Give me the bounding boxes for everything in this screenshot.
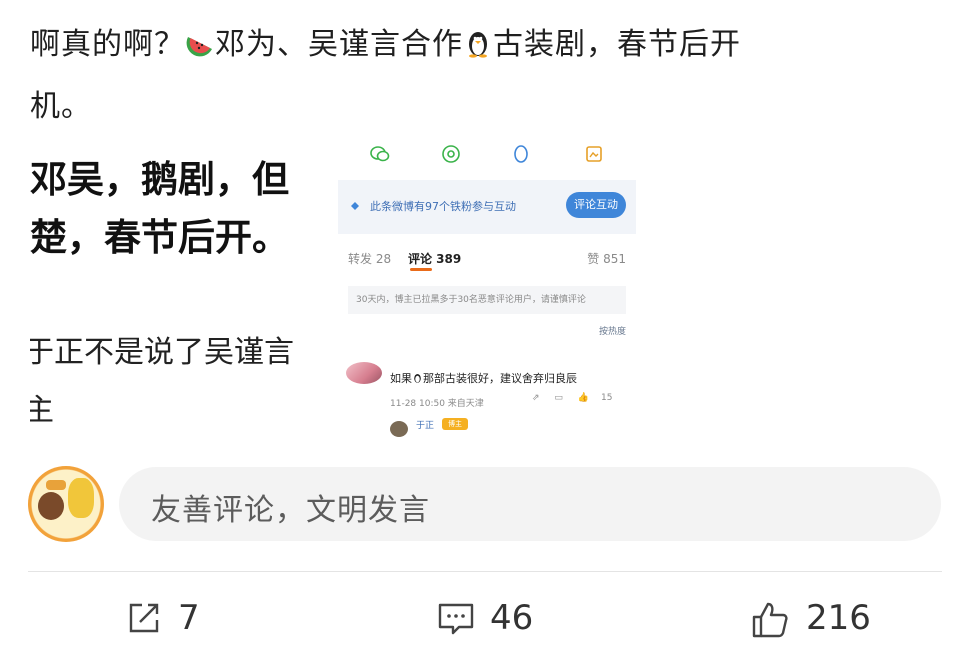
divider — [28, 571, 942, 572]
comment-text-a: 如果 — [390, 372, 412, 385]
sort-by-hot[interactable]: 按热度 — [599, 324, 626, 337]
like-button[interactable]: 216 — [750, 596, 950, 640]
wechat-icon — [370, 146, 390, 162]
penguin-icon — [414, 373, 421, 383]
comment-actions: ⇗ ▭ 👍 15 — [532, 393, 624, 403]
comment-meta: 11-28 10:50 来自天津 — [390, 399, 484, 409]
commenter-avatar[interactable] — [346, 362, 382, 384]
like-count: 216 — [806, 598, 871, 638]
comment-like-icon[interactable]: 👍 — [578, 393, 589, 403]
comment-tabs: 转发 28 评论 389 赞 851 — [338, 244, 636, 272]
post-image-right[interactable]: 此条微博有97个铁粉参与互动 评论互动 转发 28 评论 389 赞 851 3… — [338, 134, 636, 440]
watermelon-icon — [186, 37, 212, 57]
image-left-line2: 楚，春节后开。 — [30, 216, 289, 259]
share-button[interactable]: 7 — [126, 596, 246, 640]
image-left-line4: 主 — [30, 393, 54, 428]
penguin-icon — [469, 32, 487, 58]
thumbs-up-icon — [752, 602, 788, 638]
comment-input[interactable]: 友善评论，文明发言 — [119, 467, 941, 541]
comment-icon — [438, 603, 474, 635]
avatar-decoration — [38, 492, 64, 520]
post-image-left[interactable]: 邓吴，鹅剧，但 楚，春节后开。 于正不是说了吴谨言 主 — [30, 148, 328, 440]
image-save-icon — [586, 146, 602, 162]
tab-comment[interactable]: 评论 389 — [408, 250, 461, 267]
avatar-decoration — [68, 478, 94, 518]
user-avatar[interactable] — [28, 466, 104, 542]
tab-like[interactable]: 赞 851 — [587, 250, 626, 267]
fan-interaction-banner: 此条微博有97个铁粉参与互动 评论互动 — [338, 180, 636, 234]
avatar-decoration — [46, 480, 66, 490]
image-left-line3: 于正不是说了吴谨言 — [30, 335, 294, 370]
headline-part4: 机。 — [30, 89, 92, 124]
share-icons-row — [338, 134, 636, 176]
author-badge: 博主 — [442, 418, 468, 430]
reply-avatar[interactable] — [390, 421, 408, 437]
tab-repost[interactable]: 转发 28 — [348, 250, 391, 267]
headline-part2: 邓为、吴谨言合作 — [215, 27, 463, 62]
reply-author[interactable]: 于正 — [416, 418, 434, 431]
comment-like-count: 15 — [601, 393, 613, 403]
qq-icon — [514, 145, 528, 163]
comment-button[interactable]: 46 — [437, 596, 577, 640]
post-text: 啊真的啊？ 邓为、吴谨言合作 古装剧，春节后开 机。 — [30, 14, 930, 138]
fan-badge-icon — [351, 202, 359, 210]
comment-count: 46 — [490, 598, 534, 638]
comment-interact-button[interactable]: 评论互动 — [566, 192, 626, 218]
fan-interaction-text: 此条微博有97个铁粉参与互动 — [370, 200, 516, 213]
moments-icon — [442, 145, 460, 163]
comment-text-b: 那部古装很好，建议舍弃归良辰 — [423, 372, 577, 385]
active-tab-underline — [410, 268, 432, 271]
comment-text: 如果 那部古装很好，建议舍弃归良辰 — [390, 370, 577, 386]
share-count: 7 — [178, 598, 200, 638]
headline-part3: 古装剧，春节后开 — [493, 27, 741, 62]
comment-share-icon[interactable]: ⇗ — [532, 393, 540, 403]
share-icon — [129, 603, 159, 633]
blocked-users-notice: 30天内，博主已拉黑多于30名恶意评论用户，请谨慎评论 — [348, 286, 626, 314]
comment-placeholder: 友善评论，文明发言 — [151, 493, 430, 528]
comment-reply-icon[interactable]: ▭ — [554, 393, 563, 403]
headline-part1: 啊真的啊？ — [30, 27, 185, 62]
image-left-line1: 邓吴，鹅剧，但 — [30, 158, 289, 201]
